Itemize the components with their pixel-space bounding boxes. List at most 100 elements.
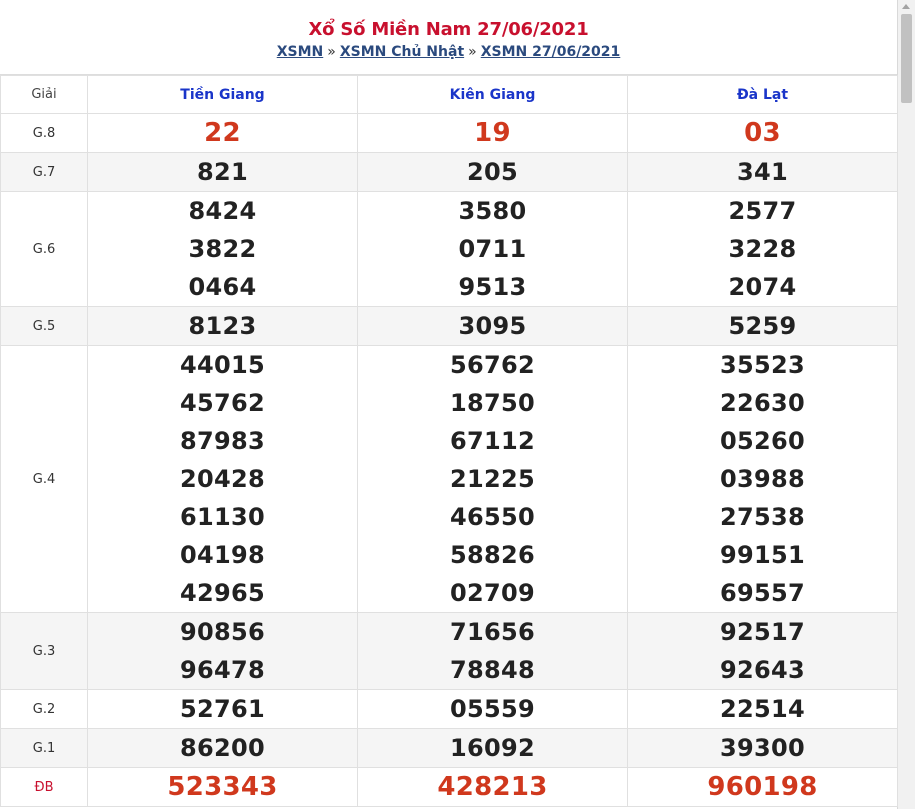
result-cell: 90856 96478 bbox=[87, 612, 358, 690]
result-number: 16092 bbox=[450, 734, 535, 762]
results-table: Giải Tiền Giang Kiên Giang Đà Lạt G.8 22… bbox=[0, 75, 898, 807]
result-number: 05559 bbox=[450, 695, 535, 723]
result-number: 56762 bbox=[450, 351, 535, 379]
breadcrumb-separator: » bbox=[468, 44, 477, 60]
page-title: Xổ Số Miền Nam 27/06/2021 bbox=[308, 19, 589, 40]
prize-column-header: Giải bbox=[0, 75, 88, 114]
result-cell: 8424 3822 0464 bbox=[87, 191, 358, 307]
result-number: 0711 bbox=[458, 235, 527, 263]
scrollbar-thumb[interactable] bbox=[901, 14, 912, 103]
result-number: 27538 bbox=[720, 503, 805, 531]
result-number: 821 bbox=[197, 158, 248, 186]
result-cell: 39300 bbox=[627, 728, 898, 768]
result-number: 67112 bbox=[450, 427, 535, 455]
results-panel: Xổ Số Miền Nam 27/06/2021 XSMN» XSMN Chủ … bbox=[0, 0, 898, 809]
result-number: 45762 bbox=[180, 389, 265, 417]
province-header-tien-giang: Tiền Giang bbox=[87, 75, 358, 114]
breadcrumb-link-xsmn-date[interactable]: XSMN 27/06/2021 bbox=[481, 44, 621, 60]
result-number: 0464 bbox=[188, 273, 257, 301]
result-number: 96478 bbox=[180, 656, 265, 684]
result-number: 99151 bbox=[720, 541, 805, 569]
result-cell: 3580 0711 9513 bbox=[357, 191, 628, 307]
result-number: 20428 bbox=[180, 465, 265, 493]
result-number: 22 bbox=[204, 118, 241, 148]
prize-label: G.4 bbox=[0, 345, 88, 613]
result-number: 03 bbox=[744, 118, 781, 148]
result-cell: 05559 bbox=[357, 689, 628, 729]
prize-row-g5: G.5 8123 3095 5259 bbox=[0, 306, 898, 346]
breadcrumb-link-xsmn-sunday[interactable]: XSMN Chủ Nhật bbox=[340, 44, 464, 60]
special-prize-number: 523343 bbox=[167, 772, 278, 802]
result-number: 42965 bbox=[180, 579, 265, 607]
result-number: 8123 bbox=[188, 312, 257, 340]
result-number: 05260 bbox=[720, 427, 805, 455]
prize-row-g6: G.6 8424 3822 0464 3580 0711 9513 2577 3… bbox=[0, 191, 898, 307]
result-cell: 523343 bbox=[87, 767, 358, 807]
vertical-scrollbar[interactable] bbox=[898, 0, 915, 809]
results-header: Xổ Số Miền Nam 27/06/2021 XSMN» XSMN Chủ … bbox=[0, 0, 897, 75]
result-number: 02709 bbox=[450, 579, 535, 607]
result-cell: 821 bbox=[87, 152, 358, 192]
result-number: 58826 bbox=[450, 541, 535, 569]
result-number: 44015 bbox=[180, 351, 265, 379]
prize-label: G.6 bbox=[0, 191, 88, 307]
prize-label: G.3 bbox=[0, 612, 88, 690]
prize-label-special: ĐB bbox=[0, 767, 88, 807]
special-prize-number: 960198 bbox=[707, 772, 818, 802]
result-cell: 35523 22630 05260 03988 27538 99151 6955… bbox=[627, 345, 898, 613]
result-number: 69557 bbox=[720, 579, 805, 607]
result-number: 21225 bbox=[450, 465, 535, 493]
result-number: 86200 bbox=[180, 734, 265, 762]
result-cell: 960198 bbox=[627, 767, 898, 807]
result-cell: 92517 92643 bbox=[627, 612, 898, 690]
table-header-row: Giải Tiền Giang Kiên Giang Đà Lạt bbox=[0, 75, 898, 114]
result-cell: 341 bbox=[627, 152, 898, 192]
result-number: 2074 bbox=[728, 273, 797, 301]
prize-row-special: ĐB 523343 428213 960198 bbox=[0, 767, 898, 807]
result-cell: 86200 bbox=[87, 728, 358, 768]
result-cell: 3095 bbox=[357, 306, 628, 346]
result-cell: 19 bbox=[357, 113, 628, 153]
result-number: 87983 bbox=[180, 427, 265, 455]
result-cell: 22 bbox=[87, 113, 358, 153]
result-number: 90856 bbox=[180, 618, 265, 646]
result-number: 35523 bbox=[720, 351, 805, 379]
breadcrumb: XSMN» XSMN Chủ Nhật» XSMN 27/06/2021 bbox=[0, 44, 897, 60]
result-number: 3580 bbox=[458, 197, 527, 225]
result-number: 39300 bbox=[720, 734, 805, 762]
result-number: 18750 bbox=[450, 389, 535, 417]
result-number: 52761 bbox=[180, 695, 265, 723]
result-number: 22514 bbox=[720, 695, 805, 723]
result-number: 78848 bbox=[450, 656, 535, 684]
province-header-kien-giang: Kiên Giang bbox=[357, 75, 628, 114]
result-cell: 2577 3228 2074 bbox=[627, 191, 898, 307]
scroll-up-arrow-icon[interactable] bbox=[902, 4, 910, 9]
result-number: 04198 bbox=[180, 541, 265, 569]
prize-label: G.1 bbox=[0, 728, 88, 768]
result-number: 341 bbox=[737, 158, 788, 186]
result-number: 205 bbox=[467, 158, 518, 186]
result-number: 03988 bbox=[720, 465, 805, 493]
breadcrumb-link-xsmn[interactable]: XSMN bbox=[277, 44, 324, 60]
result-number: 3095 bbox=[458, 312, 527, 340]
result-number: 8424 bbox=[188, 197, 257, 225]
prize-label: G.5 bbox=[0, 306, 88, 346]
result-cell: 56762 18750 67112 21225 46550 58826 0270… bbox=[357, 345, 628, 613]
breadcrumb-separator: » bbox=[327, 44, 336, 60]
result-number: 3822 bbox=[188, 235, 257, 263]
result-cell: 16092 bbox=[357, 728, 628, 768]
result-number: 2577 bbox=[728, 197, 797, 225]
prize-row-g7: G.7 821 205 341 bbox=[0, 152, 898, 192]
result-number: 61130 bbox=[180, 503, 265, 531]
result-number: 46550 bbox=[450, 503, 535, 531]
result-cell: 8123 bbox=[87, 306, 358, 346]
result-cell: 205 bbox=[357, 152, 628, 192]
result-cell: 71656 78848 bbox=[357, 612, 628, 690]
prize-row-g4: G.4 44015 45762 87983 20428 61130 04198 … bbox=[0, 345, 898, 613]
result-number: 92643 bbox=[720, 656, 805, 684]
result-cell: 44015 45762 87983 20428 61130 04198 4296… bbox=[87, 345, 358, 613]
result-cell: 52761 bbox=[87, 689, 358, 729]
result-number: 5259 bbox=[728, 312, 797, 340]
prize-row-g3: G.3 90856 96478 71656 78848 92517 92643 bbox=[0, 612, 898, 690]
result-cell: 03 bbox=[627, 113, 898, 153]
